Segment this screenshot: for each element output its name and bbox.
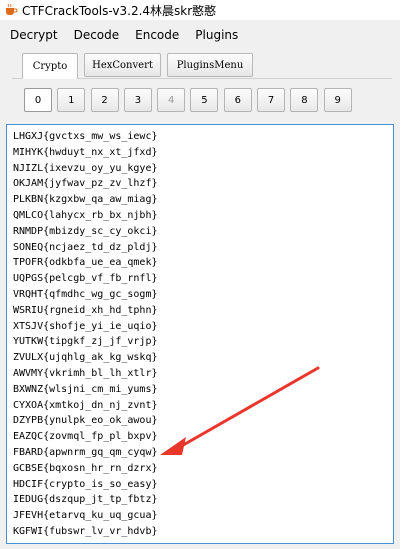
output-line: GCBSE{bqxosn_hr_rn_dzrx} [13,462,158,474]
output-line: QMLCO{lahycx_rb_bx_njbh} [13,209,158,221]
output-line: IEDUG{dszqup_jt_tp_fbtz} [13,494,158,506]
output-line: PLKBN{kzgxbw_qa_aw_miag} [13,194,158,206]
menu-decode[interactable]: Decode [68,28,126,42]
menu-decrypt[interactable]: Decrypt [4,28,64,42]
output-line: AWVMY{vkrimh_bl_lh_xtlr} [13,367,158,379]
output-line: ZVULX{ujqhlg_ak_kg_wskq} [13,352,158,364]
tab-pluginsmenu[interactable]: PluginsMenu [167,53,253,77]
output-line: CYXOA{xmtkoj_dn_nj_zvnt} [13,399,158,411]
tab-hexconvert[interactable]: HexConvert [84,53,161,77]
output-line: BXWNZ{wlsjni_cm_mi_yums} [13,383,158,395]
number-button-2[interactable]: 2 [90,88,119,112]
output-line: VRQHT{qfmdhc_wg_gc_sogm} [13,288,158,300]
output-line: MIHYK{hwduyt_nx_xt_jfxd} [13,146,158,158]
output-line: EAZQC{zovmql_fp_pl_bxpv} [13,431,158,443]
title-bar: CTFCrackTools-v3.2.4林晨skr憨憨 [0,0,400,20]
number-button-4[interactable]: 4 [157,88,186,112]
number-button-9[interactable]: 9 [323,88,352,112]
output-line: TPOFR{odkbfa_ue_ea_qmek} [13,257,158,269]
output-line: WSRIU{rgneid_xh_hd_tphn} [13,304,158,316]
menu-encode[interactable]: Encode [129,28,185,42]
output-line: NJIZL{ixevzu_oy_yu_kgye} [13,162,158,174]
number-button-bar: 0 1 2 3 4 5 6 7 8 9 [24,88,357,112]
number-button-6[interactable]: 6 [223,88,252,112]
output-line: SONEQ{ncjaez_td_dz_pldj} [13,241,158,253]
output-line: FBARD{apwnrm_gq_qm_cyqw} [13,446,158,458]
coffee-cup-icon [6,3,18,15]
output-lines: LHGXJ{gvctxs_mw_ws_iewc} MIHYK{hwduyt_nx… [13,129,158,540]
output-line: YUTKW{tipgkf_zj_jf_vrjp} [13,336,158,348]
output-line: DZYPB{ynulpk_eo_ok_awou} [13,415,158,427]
menu-plugins[interactable]: Plugins [189,28,244,42]
number-button-1[interactable]: 1 [57,88,86,112]
menu-bar: Decrypt Decode Encode Plugins [0,24,400,46]
output-line: LHGXJ{gvctxs_mw_ws_iewc} [13,131,158,142]
output-line: JFEVH{etarvq_ku_uq_gcua} [13,510,158,522]
output-line: OKJAM{jyfwav_pz_zv_lhzf} [13,178,158,190]
number-button-8[interactable]: 8 [290,88,319,112]
window-title: CTFCrackTools-v3.2.4林晨skr憨憨 [22,3,217,18]
tab-bar: Crypto HexConvert PluginsMenu [22,53,259,79]
output-line: UQPGS{pelcgb_vf_fb_rnfl} [13,273,158,285]
output-line: RNMDP{mbizdy_sc_cy_okci} [13,225,158,237]
output-textarea[interactable]: LHGXJ{gvctxs_mw_ws_iewc} MIHYK{hwduyt_nx… [6,124,394,544]
output-line: XTSJV{shofje_yi_ie_uqio} [13,320,158,332]
output-line-highlighted: HDCIF{crypto_is_so_easy} [13,478,158,490]
number-button-5[interactable]: 5 [190,88,219,112]
output-line: KGFWI{fubswr_lv_vr_hdvb} [13,525,158,537]
number-button-0[interactable]: 0 [24,88,52,112]
number-button-7[interactable]: 7 [257,88,286,112]
number-button-3[interactable]: 3 [123,88,152,112]
tab-crypto[interactable]: Crypto [22,53,78,79]
